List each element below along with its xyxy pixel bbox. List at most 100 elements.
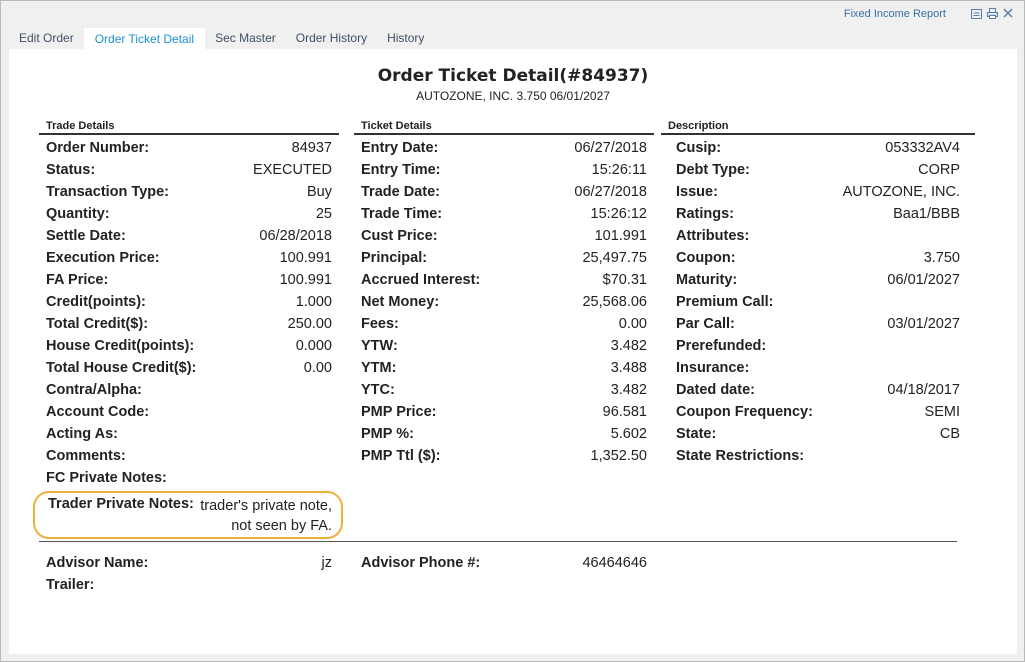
ticket-detail-label: Trade Time: [361, 206, 443, 222]
trade-detail-label: FC Private Notes: [46, 470, 167, 486]
trade-detail-label: Comments: [46, 448, 126, 464]
description-row: Issue: AUTOZONE, INC. [669, 181, 967, 203]
description-label: Premium Call: [676, 294, 774, 310]
description-label: Cusip: [676, 140, 722, 156]
trader-private-notes-label: Trader Private Notes: [48, 496, 194, 512]
description-row: Cusip: 053332AV4 [669, 137, 967, 159]
trade-detail-value: 0.000 [295, 338, 332, 354]
description-label: Prerefunded: [676, 338, 767, 354]
window-frame: Fixed Income Report Edit Order Order Tic… [0, 0, 1025, 662]
tab-sec-master[interactable]: Sec Master [205, 28, 286, 50]
description-label: Par Call: [676, 316, 735, 332]
trade-details-rows: Order Number: 84937 Status: EXECUTED Transac… [39, 135, 339, 489]
description-value: 053332AV4 [885, 140, 960, 156]
ticket-detail-label: PMP Ttl ($): [361, 448, 441, 464]
trade-detail-row: Order Number: 84937 [39, 137, 339, 159]
description-label: Dated date: [676, 382, 755, 398]
trailer-row: Trailer: [39, 574, 339, 596]
description-row: Debt Type: CORP [669, 159, 967, 181]
description-row: Coupon Frequency: SEMI [669, 401, 967, 423]
trade-detail-label: FA Price: [46, 272, 109, 288]
ticket-detail-label: YTW: [361, 338, 398, 354]
ticket-detail-label: Net Money: [361, 294, 440, 310]
tab-order-history[interactable]: Order History [286, 28, 377, 50]
ticket-detail-label: PMP %: [361, 426, 414, 442]
trade-details-heading: Trade Details [39, 120, 339, 135]
trade-detail-label: Quantity: [46, 206, 110, 222]
trade-detail-row: Credit(points): 1.000 [39, 291, 339, 313]
description-value: 04/18/2017 [887, 382, 960, 398]
ticket-detail-value: 3.482 [610, 338, 647, 354]
trade-detail-value: 84937 [291, 140, 332, 156]
report-icon[interactable] [970, 7, 982, 19]
ticket-detail-label: Principal: [361, 250, 428, 266]
description-row: Prerefunded: [669, 335, 967, 357]
trade-detail-value: 1.000 [295, 294, 332, 310]
ticket-detail-value: 25,497.75 [582, 250, 647, 266]
ticket-details-column: Ticket Details Entry Date: 06/27/2018 Entr… [354, 120, 654, 467]
description-label: Maturity: [676, 272, 738, 288]
description-row: Insurance: [669, 357, 967, 379]
window-icons [970, 7, 1014, 19]
ticket-detail-row: Trade Time: 15:26:12 [354, 203, 654, 225]
ticket-detail-row: Cust Price: 101.991 [354, 225, 654, 247]
description-value: 3.750 [923, 250, 960, 266]
advisor-phone-section: Advisor Phone #: 46464646 [354, 552, 654, 574]
trader-private-notes-highlight: Trader Private Notes: trader's private n… [33, 491, 343, 539]
ticket-detail-label: PMP Price: [361, 404, 437, 420]
trade-details-column: Trade Details Order Number: 84937 Status: E… [39, 120, 339, 489]
ticket-detail-value: 25,568.06 [582, 294, 647, 310]
trade-detail-row: FC Private Notes: [39, 467, 339, 489]
trader-private-notes-value: trader's private note, not seen by FA. [200, 498, 332, 534]
advisor-phone-row: Advisor Phone #: 46464646 [354, 552, 654, 574]
ticket-details-rows: Entry Date: 06/27/2018 Entry Time: 15:26:11… [354, 135, 654, 467]
description-row: Premium Call: [669, 291, 967, 313]
ticket-detail-value: 06/27/2018 [574, 184, 647, 200]
description-rows: Cusip: 053332AV4 Debt Type: CORP Issue: AUTOZ… [661, 135, 967, 467]
tab-edit-order[interactable]: Edit Order [9, 28, 84, 50]
ticket-detail-label: Cust Price: [361, 228, 438, 244]
ticket-panel: Order Ticket Detail(#84937) AUTOZONE, IN… [9, 49, 1017, 654]
trade-detail-row: FA Price: 100.991 [39, 269, 339, 291]
advisor-name-row: Advisor Name: jz [39, 552, 339, 574]
description-row: State Restrictions: [669, 445, 967, 467]
ticket-detail-label: Accrued Interest: [361, 272, 481, 288]
description-row: Ratings: Baa1/BBB [669, 203, 967, 225]
print-icon[interactable] [986, 7, 998, 19]
description-column: Description Cusip: 053332AV4 Debt Type: COR… [661, 120, 975, 467]
description-label: Issue: [676, 184, 718, 200]
trade-detail-label: Total House Credit($): [46, 360, 197, 376]
trade-detail-label: Account Code: [46, 404, 150, 420]
description-row: Par Call: 03/01/2027 [669, 313, 967, 335]
description-label: Debt Type: [676, 162, 750, 178]
ticket-detail-value: 5.602 [610, 426, 647, 442]
description-value: 03/01/2027 [887, 316, 960, 332]
description-row: Attributes: [669, 225, 967, 247]
trade-detail-label: Order Number: [46, 140, 150, 156]
description-label: Ratings: [676, 206, 734, 222]
trade-detail-value: EXECUTED [253, 162, 332, 178]
fixed-income-report-link[interactable]: Fixed Income Report [844, 8, 946, 20]
ticket-detail-value: 96.581 [602, 404, 647, 420]
close-icon[interactable] [1002, 7, 1014, 19]
ticket-detail-label: Entry Date: [361, 140, 439, 156]
ticket-detail-label: YTM: [361, 360, 397, 376]
ticket-detail-row: Trade Date: 06/27/2018 [354, 181, 654, 203]
advisor-phone-value: 46464646 [582, 555, 647, 571]
trade-detail-label: Total Credit($): [46, 316, 149, 332]
page-title: Order Ticket Detail(#84937) [377, 66, 649, 86]
ticket-detail-value: 1,352.50 [590, 448, 647, 464]
ticket-detail-row: PMP Price: 96.581 [354, 401, 654, 423]
ticket-detail-value: 101.991 [594, 228, 647, 244]
description-row: State: CB [669, 423, 967, 445]
advisor-name-value: jz [321, 555, 332, 571]
ticket-detail-row: YTM: 3.488 [354, 357, 654, 379]
ticket-detail-label: Entry Time: [361, 162, 441, 178]
ticket-detail-row: Accrued Interest: $70.31 [354, 269, 654, 291]
ticket-detail-row: Principal: 25,497.75 [354, 247, 654, 269]
description-value: Baa1/BBB [893, 206, 960, 222]
trade-detail-label: Credit(points): [46, 294, 146, 310]
ticket-detail-value: $70.31 [602, 272, 647, 288]
advisor-name-label: Advisor Name: [46, 555, 149, 571]
tab-history[interactable]: History [377, 28, 434, 50]
